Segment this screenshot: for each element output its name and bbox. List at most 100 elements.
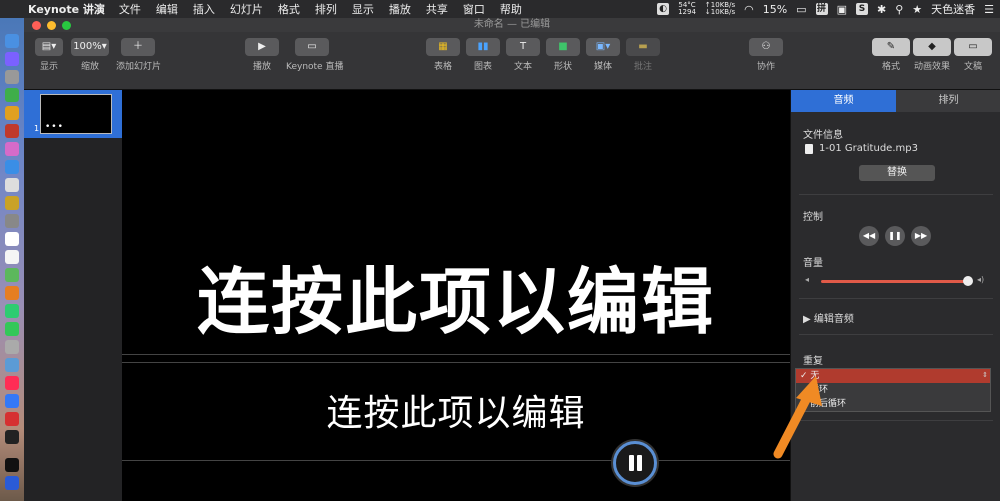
menu-window[interactable]: 窗口 xyxy=(463,1,485,17)
media-button[interactable]: ▣▾ 媒体 xyxy=(586,38,620,72)
add-slide-button[interactable]: ＋ 添加幻灯片 xyxy=(116,38,161,72)
app-blue-icon[interactable] xyxy=(5,358,19,372)
collaborate-button[interactable]: ⚇ 协作 xyxy=(748,38,784,72)
minimize-button[interactable] xyxy=(47,21,56,30)
menu-share[interactable]: 共享 xyxy=(426,1,448,17)
terminal-icon[interactable] xyxy=(5,430,19,444)
app-gray-icon[interactable] xyxy=(5,340,19,354)
shape-button[interactable]: ■ 形状 xyxy=(546,38,580,72)
volume-slider[interactable]: ◂ ◂) xyxy=(805,275,985,286)
volume-knob[interactable] xyxy=(963,276,973,286)
battery-icon[interactable]: ▭ xyxy=(796,3,806,16)
menu-help[interactable]: 帮助 xyxy=(500,1,522,17)
comment-button[interactable]: ▬ 批注 xyxy=(626,38,660,72)
app-pink-icon[interactable] xyxy=(5,142,19,156)
vpn-icon[interactable] xyxy=(5,476,19,490)
user-name[interactable]: 天色迷香 xyxy=(931,1,975,17)
finder-icon[interactable] xyxy=(5,34,19,48)
keynote-live-icon: ▭ xyxy=(295,38,329,56)
zoom-select[interactable]: 100%▾ 缩放 xyxy=(70,38,110,72)
play-label: 播放 xyxy=(252,62,271,72)
animate-icon: ◆ xyxy=(913,38,951,56)
fast-forward-icon[interactable]: ▶▶ xyxy=(911,226,931,246)
reminders-icon[interactable] xyxy=(5,250,19,264)
net-down-value: ↓10KB/s xyxy=(704,8,736,16)
animate-button[interactable]: ◆ 动画效果 xyxy=(912,38,952,72)
close-button[interactable] xyxy=(32,21,41,30)
input-method-icon[interactable]: 拼 xyxy=(815,3,828,15)
app-red-icon[interactable] xyxy=(5,124,19,138)
star-icon[interactable]: ★ xyxy=(912,3,922,16)
slide-thumbnail[interactable]: ••• xyxy=(40,94,112,134)
music-icon[interactable] xyxy=(5,376,19,390)
slide-title[interactable]: 连按此项以编辑 xyxy=(122,252,790,352)
document-label: 文稿 xyxy=(963,62,982,72)
audio-pause-button[interactable] xyxy=(613,441,657,485)
console-icon[interactable] xyxy=(5,458,19,472)
vivaldi-icon[interactable] xyxy=(5,412,19,426)
keynote-live-button[interactable]: ▭ Keynote 直播 xyxy=(286,38,343,72)
menu-slide[interactable]: 幻灯片 xyxy=(230,1,263,17)
notes-icon[interactable] xyxy=(5,196,19,210)
zoom-button[interactable] xyxy=(62,21,71,30)
fan-value: 1294 xyxy=(678,8,696,16)
shape-label: 形状 xyxy=(553,62,572,72)
control-center-icon[interactable]: ☰ xyxy=(984,3,994,16)
rewind-icon[interactable]: ◀◀ xyxy=(859,226,879,246)
subtitle-divider xyxy=(122,460,790,461)
replace-button[interactable]: 替换 xyxy=(859,165,935,181)
wifi-icon[interactable]: ◠ xyxy=(744,3,754,16)
slide-subtitle[interactable]: 连按此项以编辑 xyxy=(122,390,790,438)
menu-insert[interactable]: 插入 xyxy=(193,1,215,17)
menu-format[interactable]: 格式 xyxy=(278,1,300,17)
s-app-icon[interactable]: S xyxy=(855,3,868,15)
maps-icon[interactable] xyxy=(5,268,19,282)
display-icon[interactable]: ▣ xyxy=(837,3,847,16)
photos-icon[interactable] xyxy=(5,286,19,300)
facetime-icon[interactable] xyxy=(5,322,19,336)
app-store-icon[interactable] xyxy=(5,394,19,408)
chart-label: 图表 xyxy=(473,62,492,72)
mail-icon[interactable] xyxy=(5,178,19,192)
volume-low-icon: ◂ xyxy=(805,275,810,284)
messages-icon[interactable] xyxy=(5,304,19,318)
tab-audio[interactable]: 音频 xyxy=(791,90,896,112)
thumbnail-dots: ••• xyxy=(45,122,64,132)
menu-play[interactable]: 播放 xyxy=(389,1,411,17)
chart-button[interactable]: ▮▮ 图表 xyxy=(466,38,500,72)
edit-audio-disclosure[interactable]: ▶ 编辑音频 xyxy=(803,310,854,325)
section-divider xyxy=(799,298,993,299)
menu-view[interactable]: 显示 xyxy=(352,1,374,17)
play-button[interactable]: ▶ 播放 xyxy=(244,38,280,72)
status-app-icon[interactable]: ◐ xyxy=(657,3,670,15)
volume-track[interactable] xyxy=(821,280,969,283)
network-speed[interactable]: ↑10KB/s ↓10KB/s xyxy=(705,2,735,16)
pause-icon[interactable]: ❚❚ xyxy=(885,226,905,246)
view-button[interactable]: ▤▾ 显示 xyxy=(34,38,64,72)
menu-file[interactable]: 文件 xyxy=(119,1,141,17)
temperature-readout[interactable]: 54°C 1294 xyxy=(678,2,696,16)
menu-edit[interactable]: 编辑 xyxy=(156,1,178,17)
spotlight-icon[interactable]: ⚲ xyxy=(895,3,903,16)
plus-icon: ＋ xyxy=(121,38,155,56)
launchpad-icon[interactable] xyxy=(5,70,19,84)
android-icon[interactable] xyxy=(5,88,19,102)
contacts-icon[interactable] xyxy=(5,214,19,228)
battery-percent[interactable]: 15% xyxy=(763,3,787,16)
siri-icon[interactable] xyxy=(5,52,19,66)
slide-thumbnail-selected[interactable]: 1 ••• xyxy=(24,90,122,138)
sidebar-icon: ▤▾ xyxy=(35,38,63,56)
calendar-icon[interactable] xyxy=(5,232,19,246)
bluetooth-icon[interactable]: ✱ xyxy=(877,3,886,16)
slide-number: 1 xyxy=(34,124,40,133)
menu-arrange[interactable]: 排列 xyxy=(315,1,337,17)
table-button[interactable]: ▦ 表格 xyxy=(426,38,460,72)
tab-arrange[interactable]: 排列 xyxy=(896,90,1000,112)
safari-icon[interactable] xyxy=(5,160,19,174)
app-menu[interactable]: Keynote 讲演 xyxy=(28,1,105,17)
document-button[interactable]: ▭ 文稿 xyxy=(954,38,992,72)
format-button[interactable]: ✎ 格式 xyxy=(872,38,910,72)
text-button[interactable]: T 文本 xyxy=(506,38,540,72)
slide-canvas[interactable]: 连按此项以编辑 连按此项以编辑 xyxy=(122,90,790,501)
chrome-icon[interactable] xyxy=(5,106,19,120)
